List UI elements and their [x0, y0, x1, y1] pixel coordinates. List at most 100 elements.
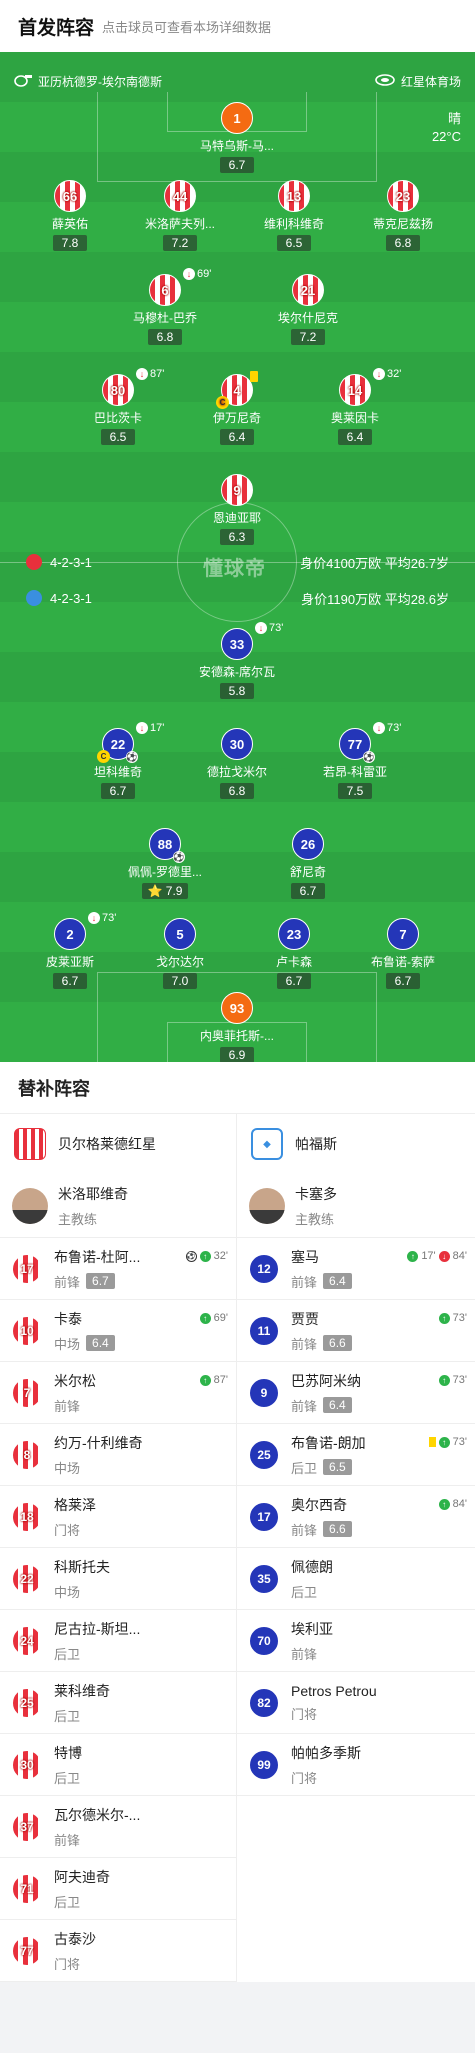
jersey-icon: 9: [221, 474, 253, 506]
player-rating: 6.7: [386, 973, 420, 989]
sub-out-icon: ↓: [136, 368, 148, 380]
player-away[interactable]: 7 布鲁诺-索萨 6.7: [345, 918, 461, 990]
player-away[interactable]: 5 戈尔达尔 7.0: [122, 918, 238, 990]
sub-player-meta: 前锋: [291, 1644, 333, 1663]
sub-player-row[interactable]: 8 约万-什利维奇 中场: [0, 1424, 236, 1486]
player-away[interactable]: 23 卢卡森 6.7: [236, 918, 352, 990]
sub-player-row[interactable]: 82 Petros Petrou 门将: [237, 1672, 475, 1734]
jersey-icon: 99: [249, 1749, 279, 1780]
sub-player-row[interactable]: 35 佩德朗 后卫: [237, 1548, 475, 1610]
player-home[interactable]: 6 ↓ 69' 马穆杜-巴乔 6.8: [107, 268, 223, 346]
player-rating: 7.5: [338, 783, 372, 799]
sub-out-icon: ↓: [373, 368, 385, 380]
sub-player-position: 中场: [54, 1460, 81, 1476]
player-home[interactable]: 44 米洛萨夫列... 7.2: [122, 180, 238, 252]
away-coach[interactable]: 卡塞多 主教练: [237, 1174, 475, 1238]
yellow-card-icon: [428, 1437, 436, 1447]
sub-player-position: 前锋: [291, 1274, 318, 1290]
sub-out-icon: ↓: [373, 722, 385, 734]
sub-player-row[interactable]: 24 尼古拉-斯坦... 后卫: [0, 1610, 236, 1672]
player-name: 奥莱因卡: [330, 411, 379, 425]
player-away[interactable]: 33 ↓ 73' 安德森-席尔瓦 5.8: [179, 622, 295, 700]
player-home-gk[interactable]: 1 马特乌斯-马... 6.7: [179, 102, 295, 174]
player-name: 若昂-科雷亚: [323, 765, 387, 779]
sub-player-row[interactable]: 37 瓦尔德米尔-... 前锋: [0, 1796, 236, 1858]
sub-player-name: 贾贾: [291, 1310, 319, 1327]
sub-player-name: 古泰沙: [54, 1930, 96, 1947]
player-away[interactable]: 22 C ⚽ ↓ 17' 坦科维奇 6.7: [60, 722, 176, 800]
player-home[interactable]: 23 蒂克尼兹扬 6.8: [345, 180, 461, 252]
sub-player-row[interactable]: 18 格莱泽 门将: [0, 1486, 236, 1548]
home-team-header[interactable]: 贝尔格莱德红星: [0, 1114, 236, 1174]
player-name: 舒尼奇: [289, 865, 326, 879]
jersey-icon: 71: [12, 1873, 42, 1904]
jersey-icon: 17: [249, 1501, 279, 1532]
player-home[interactable]: 66 薛英佑 7.8: [12, 180, 128, 252]
sub-player-name: 米尔松: [54, 1372, 96, 1389]
player-away-gk[interactable]: 93 内奥菲托斯-... 6.9: [179, 992, 295, 1062]
player-away[interactable]: 26 舒尼奇 6.7: [250, 828, 366, 900]
sub-player-position: 前锋: [291, 1398, 318, 1414]
away-crest-icon: [26, 590, 42, 606]
sub-player-name: 奥尔西奇: [291, 1496, 347, 1513]
jersey-icon: 18: [12, 1501, 42, 1532]
sub-player-row[interactable]: 30 特博 后卫: [0, 1734, 236, 1796]
player-rating: 7.0: [163, 973, 197, 989]
sub-player-row[interactable]: 77 古泰沙 门将: [0, 1920, 236, 1982]
away-subs-column: ◆ 帕福斯 卡塞多 主教练 12 塞马 前锋 6.4 ↑ 17' ↓ 84' 11 贾贾 前锋 6.6…: [237, 1114, 475, 1982]
sub-player-row[interactable]: 11 贾贾 前锋 6.6 ↑ 73': [237, 1300, 475, 1362]
sub-event: ↓ 87': [136, 368, 164, 380]
player-home[interactable]: 21 埃尔什尼克 7.2: [250, 274, 366, 346]
player-name: 内奥菲托斯-...: [200, 1029, 274, 1043]
player-rating: 6.4: [220, 429, 254, 445]
sub-player-row[interactable]: 10 卡泰 中场 6.4 ↑ 69': [0, 1300, 236, 1362]
jersey-icon: 44: [164, 180, 196, 212]
player-home[interactable]: 80 ↓ 87' 巴比茨卡 6.5: [60, 368, 176, 446]
player-away[interactable]: 88 ⚽ 佩佩-罗德里... ⭐ 7.9: [107, 828, 223, 900]
sub-player-meta: 后卫: [54, 1892, 110, 1911]
sub-player-row[interactable]: 99 帕帕多季斯 门将: [237, 1734, 475, 1796]
sub-player-row[interactable]: 70 埃利亚 前锋: [237, 1610, 475, 1672]
player-away[interactable]: 30 德拉戈米尔 6.8: [179, 728, 295, 800]
jersey-icon: 22 C ⚽: [97, 728, 138, 763]
sub-player-position: 后卫: [54, 1770, 81, 1786]
sub-player-row[interactable]: 7 米尔松 前锋 ↑ 87': [0, 1362, 236, 1424]
captain-icon: C: [216, 396, 229, 409]
player-away[interactable]: 2 ↓ 73' 皮莱亚斯 6.7: [12, 912, 128, 990]
sub-player-name: 卡泰: [54, 1310, 82, 1327]
sub-player-position: 前锋: [291, 1646, 318, 1662]
avatar: [12, 1187, 48, 1224]
player-away[interactable]: 77 ⚽ ↓ 73' 若昂-科雷亚 7.5: [297, 722, 413, 800]
sub-player-row[interactable]: 71 阿夫迪奇 后卫: [0, 1858, 236, 1920]
sub-player-name: 巴苏阿米纳: [291, 1372, 361, 1389]
player-home[interactable]: 13 维利科维奇 6.5: [236, 180, 352, 252]
sub-player-row[interactable]: 22 科斯托夫 中场: [0, 1548, 236, 1610]
subs-title: 替补阵容: [0, 1062, 475, 1114]
jersey-icon: 23: [278, 918, 310, 950]
sub-player-row[interactable]: 25 布鲁诺-朗加 后卫 6.5 ↑ 73': [237, 1424, 475, 1486]
sub-player-row[interactable]: 9 巴苏阿米纳 前锋 6.4 ↑ 73': [237, 1362, 475, 1424]
sub-player-row[interactable]: 17 奥尔西奇 前锋 6.6 ↑ 84': [237, 1486, 475, 1548]
away-team-line: 4-2-3-1 身价1190万欧 平均28.6岁: [0, 586, 475, 610]
away-team-header[interactable]: ◆ 帕福斯: [237, 1114, 475, 1174]
ball-icon: ⚽: [363, 751, 375, 763]
player-home[interactable]: 4 C 伊万尼奇 6.4: [179, 371, 295, 446]
jersey-icon: 66: [54, 180, 86, 212]
sub-player-row[interactable]: 12 塞马 前锋 6.4 ↑ 17' ↓ 84': [237, 1238, 475, 1300]
home-coach[interactable]: 米洛耶维奇 主教练: [0, 1174, 236, 1238]
weather: 晴 22°C: [432, 110, 461, 146]
sub-player-row[interactable]: 25 莱科维奇 后卫: [0, 1672, 236, 1734]
sub-event: ↓ 69': [183, 268, 211, 280]
coach-role: 主教练: [58, 1211, 98, 1227]
sub-player-row[interactable]: 17 布鲁诺-杜阿... 前锋 6.7 ⚽ ↑ 32': [0, 1238, 236, 1300]
player-home[interactable]: 9 恩迪亚耶 6.3: [179, 474, 295, 546]
player-name: 马穆杜-巴乔: [133, 311, 197, 325]
home-crest-icon: [14, 1128, 46, 1160]
home-team-line: 4-2-3-1 身价4100万欧 平均26.7岁: [0, 550, 475, 574]
player-home[interactable]: 14 ↓ 32' 奥莱因卡 6.4: [297, 368, 413, 446]
sub-player-position: 后卫: [54, 1708, 81, 1724]
jersey-icon: 21: [292, 274, 324, 306]
jersey-icon: 82: [249, 1687, 279, 1718]
player-name: 薛英佑: [51, 217, 88, 231]
sub-player-name: 莱科维奇: [54, 1682, 110, 1699]
